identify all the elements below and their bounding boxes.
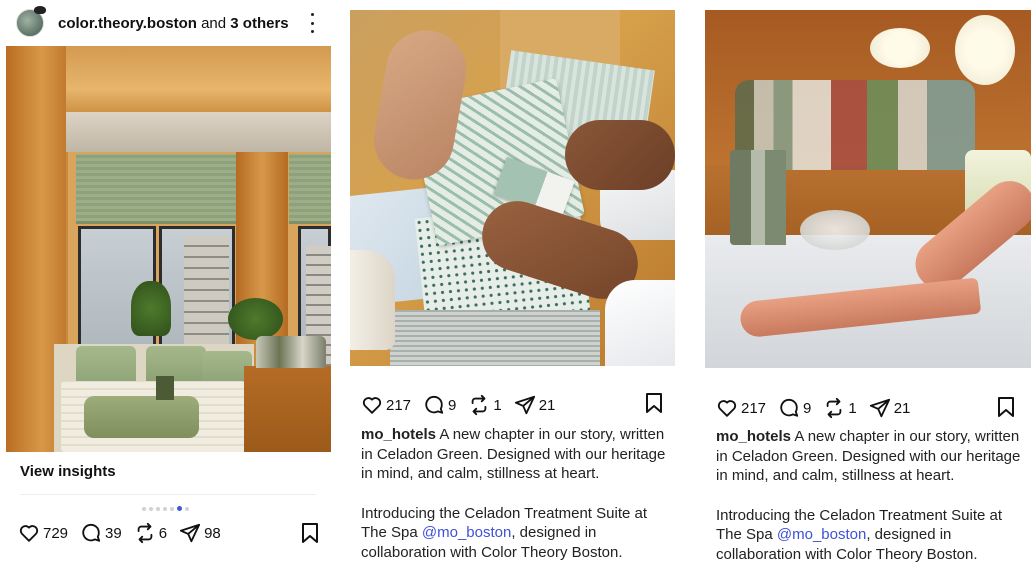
comment-bubble-icon: [425, 395, 444, 414]
caption-paragraph: mo_hotels A new chapter in our story, wr…: [716, 427, 1026, 486]
post-image-spa[interactable]: [705, 10, 1031, 368]
like-button[interactable]: 729: [18, 522, 68, 544]
post-author-line: color.theory.boston and 3 others: [58, 15, 289, 32]
action-bar: 217 9 1 21: [716, 397, 922, 419]
post-image-fabrics[interactable]: [350, 10, 675, 366]
repost-button[interactable]: 1: [823, 397, 857, 419]
bookmark-icon[interactable]: [996, 396, 1016, 418]
mention-link[interactable]: @mo_boston: [777, 526, 866, 543]
repost-button[interactable]: 6: [134, 522, 167, 544]
more-vertical-icon[interactable]: [309, 13, 315, 33]
share-button[interactable]: 98: [179, 522, 221, 544]
share-button[interactable]: 21: [869, 397, 911, 419]
send-icon: [869, 398, 890, 418]
like-count: 217: [741, 399, 767, 417]
divider: [20, 494, 316, 495]
avatar[interactable]: [16, 6, 46, 37]
caption-paragraph: Introducing the Celadon Treatment Suite …: [361, 504, 666, 563]
heart-icon: [362, 397, 382, 414]
repost-count: 6: [158, 524, 168, 542]
carousel-dot[interactable]: [156, 506, 160, 511]
author-connector: and: [196, 14, 231, 32]
post-image-room[interactable]: [6, 46, 331, 452]
comment-button[interactable]: 9: [423, 394, 456, 416]
mention-link[interactable]: @mo_boston: [422, 524, 511, 541]
caption-username[interactable]: mo_hotels: [716, 428, 791, 445]
repost-icon: [137, 522, 153, 544]
view-insights-link[interactable]: View insights: [20, 463, 116, 480]
comment-button[interactable]: 9: [778, 397, 811, 419]
send-icon: [179, 523, 201, 543]
bookmark-icon[interactable]: [300, 522, 320, 544]
share-count: 21: [893, 399, 911, 417]
post-panel-1: color.theory.boston and 3 others View in…: [0, 0, 337, 583]
share-count: 98: [204, 524, 221, 542]
post-caption: mo_hotels A new chapter in our story, wr…: [716, 427, 1026, 564]
send-icon: [514, 395, 535, 415]
carousel-dot[interactable]: [170, 506, 174, 511]
post-panel-2: 217 9 1 21 mo_hotels A new chapter in ou…: [350, 0, 675, 583]
comment-count: 39: [105, 524, 122, 542]
repost-icon: [827, 397, 842, 419]
carousel-dot[interactable]: [185, 506, 189, 511]
repost-button[interactable]: 1: [468, 394, 502, 416]
caption-paragraph: mo_hotels A new chapter in our story, wr…: [361, 425, 666, 484]
share-count: 21: [538, 396, 556, 414]
carousel-dot[interactable]: [177, 506, 182, 511]
heart-icon: [717, 400, 737, 417]
like-button[interactable]: 217: [361, 394, 411, 416]
repost-count: 1: [493, 396, 502, 414]
like-count: 217: [386, 396, 412, 414]
carousel-dot[interactable]: [149, 506, 153, 511]
repost-icon: [472, 394, 487, 416]
caption-username[interactable]: mo_hotels: [361, 426, 436, 443]
share-button[interactable]: 21: [514, 394, 556, 416]
heart-icon: [19, 525, 39, 542]
carousel-indicator: [142, 506, 189, 511]
like-button[interactable]: 217: [716, 397, 766, 419]
comment-bubble-icon: [82, 523, 101, 542]
caption-paragraph: Introducing the Celadon Treatment Suite …: [716, 506, 1026, 565]
carousel-dot[interactable]: [163, 506, 167, 511]
repost-count: 1: [848, 399, 857, 417]
post-panel-3: 217 9 1 21 mo_hotels A new chapter in ou…: [705, 0, 1031, 583]
post-header: color.theory.boston and 3 others: [0, 0, 337, 46]
other-authors[interactable]: 3 others: [230, 15, 288, 32]
like-count: 729: [43, 524, 69, 542]
post-caption: mo_hotels A new chapter in our story, wr…: [361, 425, 666, 562]
comment-button[interactable]: 39: [80, 522, 122, 544]
carousel-dot[interactable]: [142, 506, 146, 511]
comment-count: 9: [448, 396, 457, 414]
bookmark-icon[interactable]: [644, 392, 664, 414]
comment-count: 9: [803, 399, 812, 417]
comment-bubble-icon: [780, 398, 799, 417]
author-name[interactable]: color.theory.boston: [58, 15, 197, 32]
action-bar: 217 9 1 21: [361, 394, 567, 416]
action-bar: 729 39 6 98: [18, 522, 233, 544]
